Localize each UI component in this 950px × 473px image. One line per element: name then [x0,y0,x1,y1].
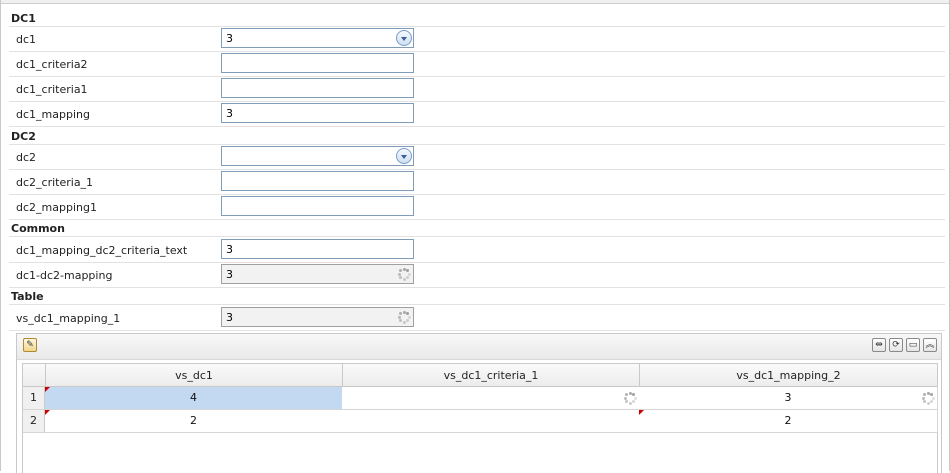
dc1-mapping-dc2-criteria-text-input[interactable]: 3 [221,239,414,259]
dc1-criteria1-input[interactable] [221,78,414,98]
column-header-vs-dc1-mapping-2[interactable]: vs_dc1_mapping_2 [639,363,938,387]
column-header-vs-dc1-criteria-1[interactable]: vs_dc1_criteria_1 [342,363,640,387]
section-heading-dc2: DC2 [11,130,36,143]
field-label: dc1_criteria1 [16,83,88,96]
table-cell[interactable]: 2 [45,410,343,433]
section-divider [9,236,945,237]
cell-value: 2 [190,414,197,427]
vs-dc1-mapping-1-field: 3 [221,307,414,327]
row-dc2-criteria-1: dc2_criteria_1 [9,170,945,195]
grid-panel: ✎ ⇹ ⟳ ▭ ︽ vs_dc1 vs_dc1_criteria_1 vs_dc… [16,333,942,473]
chevron-down-icon[interactable] [396,148,412,164]
modified-marker [45,387,50,392]
loading-spinner-icon [623,391,637,405]
table-cell[interactable] [342,410,640,433]
cell-value: 2 [784,414,792,427]
field-value: 3 [226,32,233,45]
table-cell[interactable]: 2 [639,410,938,433]
edit-icon[interactable]: ✎ [23,338,37,352]
field-value: 3 [226,243,233,256]
field-value: 3 [226,268,233,281]
field-label: dc2 [16,151,37,164]
field-label: dc1-dc2-mapping [16,269,113,282]
row-dc2: dc2 [9,145,945,170]
field-value: 3 [226,311,233,324]
panel-top-bar [1,0,949,4]
dc1-dc2-mapping-field: 3 [221,264,414,284]
dc2-dropdown[interactable] [221,146,414,166]
row-dc1: dc1 3 [9,27,945,52]
field-label: vs_dc1_mapping_1 [16,312,121,325]
section-heading-table: Table [11,290,44,303]
collapse-icon[interactable]: ︽ [923,338,937,352]
form-panel: DC1 dc1 3 dc1_criteria2 dc1_criteria1 dc… [0,0,950,473]
field-label: dc2_mapping1 [16,201,97,214]
field-value: 3 [226,107,233,120]
chevron-down-icon[interactable] [396,30,412,46]
refresh-icon[interactable]: ⟳ [889,338,903,352]
table-cell[interactable] [342,387,640,410]
field-label: dc2_criteria_1 [16,176,94,189]
row-vs-dc1-mapping-1: vs_dc1_mapping_1 3 [9,306,945,331]
section-heading-common: Common [11,222,65,235]
loading-spinner-icon [397,267,411,281]
loading-spinner-icon [921,391,935,405]
row-dc1-criteria2: dc1_criteria2 [9,52,945,77]
row-dc1-mapping-dc2-criteria-text: dc1_mapping_dc2_criteria_text 3 [9,238,945,263]
dc1-dropdown[interactable]: 3 [221,28,414,48]
grid-toolbar: ✎ ⇹ ⟳ ▭ ︽ [17,334,941,360]
cell-value: 3 [784,391,792,404]
expand-icon[interactable]: ⇹ [872,338,886,352]
row-number: 1 [22,387,45,410]
table-cell[interactable]: 3 [639,387,938,410]
row-dc1-criteria1: dc1_criteria1 [9,77,945,102]
dc2-criteria-1-input[interactable] [221,171,414,191]
dc1-criteria2-input[interactable] [221,53,414,73]
column-header-vs-dc1[interactable]: vs_dc1 [45,363,343,387]
row-dc1-mapping: dc1_mapping 3 [9,102,945,127]
table-cell[interactable]: 4 [45,387,343,410]
grid-empty-area [22,433,938,473]
row-dc1-dc2-mapping: dc1-dc2-mapping 3 [9,263,945,288]
dc2-mapping1-input[interactable] [221,196,414,216]
field-label: dc1_criteria2 [16,58,88,71]
dc1-mapping-input[interactable]: 3 [221,103,414,123]
field-label: dc1_mapping [16,108,90,121]
row-dc2-mapping1: dc2_mapping1 [9,195,945,220]
loading-spinner-icon [397,310,411,324]
row-number-header [22,363,46,387]
modified-marker [639,410,644,415]
modified-marker [45,410,50,415]
maximize-icon[interactable]: ▭ [906,338,920,352]
section-divider [9,304,945,305]
section-heading-dc1: DC1 [11,12,36,25]
cell-value: 4 [190,391,197,404]
row-number: 2 [22,410,45,433]
field-label: dc1_mapping_dc2_criteria_text [16,244,188,257]
field-label: dc1 [16,33,37,46]
